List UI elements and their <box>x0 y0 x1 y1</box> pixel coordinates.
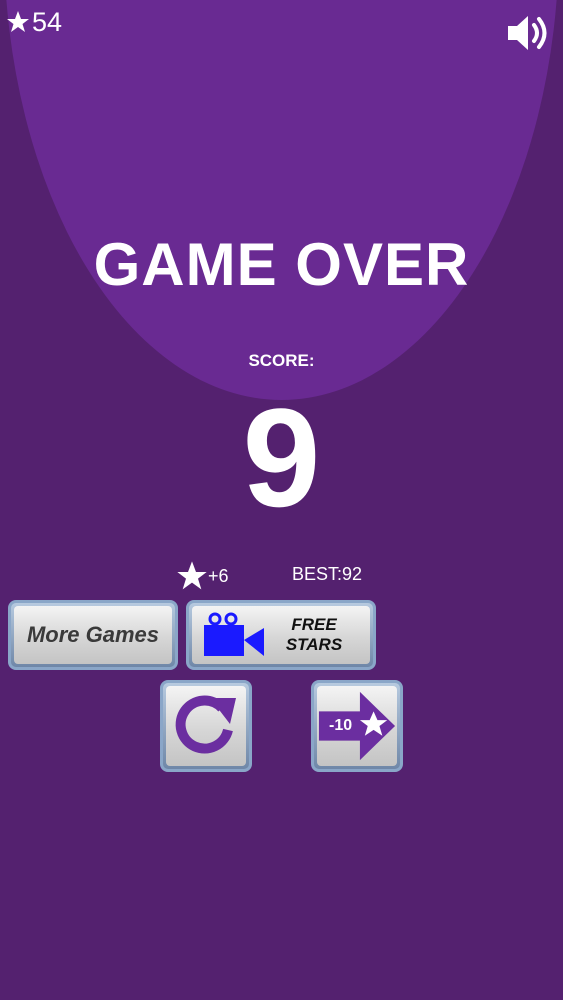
free-stars-button[interactable]: FREE STARS <box>186 600 376 670</box>
best-score: BEST:92 <box>292 564 363 584</box>
stars-earned: +6 <box>176 560 229 592</box>
stars-earned-value: +6 <box>208 565 229 586</box>
game-over-title: GAME OVER <box>93 231 470 298</box>
sound-toggle-button[interactable] <box>506 10 552 56</box>
free-stars-label: FREE STARS <box>274 615 354 655</box>
video-camera-icon <box>204 612 264 656</box>
free-stars-button-face: FREE STARS <box>192 606 370 664</box>
free-stars-label-line2: STARS <box>285 635 343 654</box>
spotlight-background <box>4 0 559 400</box>
star-icon <box>7 11 29 32</box>
speaker-icon <box>508 16 547 50</box>
score-value: 9 <box>242 379 321 536</box>
more-games-label: More Games <box>26 622 160 647</box>
skip-level-button-face: -10 <box>317 686 397 766</box>
star-icon <box>177 561 207 590</box>
more-games-button-face: More Games <box>14 606 172 664</box>
skip-cost: -10 <box>329 717 353 734</box>
restart-button-face <box>166 686 246 766</box>
score-label: SCORE: <box>248 351 315 370</box>
star-count: 54 <box>32 6 63 37</box>
skip-level-button[interactable]: -10 <box>311 680 403 772</box>
free-stars-label-line1: FREE <box>291 614 337 634</box>
restart-icon <box>175 695 236 754</box>
restart-button[interactable] <box>160 680 252 772</box>
more-games-button[interactable]: More Games <box>8 600 178 670</box>
star-counter: 54 <box>6 6 62 38</box>
